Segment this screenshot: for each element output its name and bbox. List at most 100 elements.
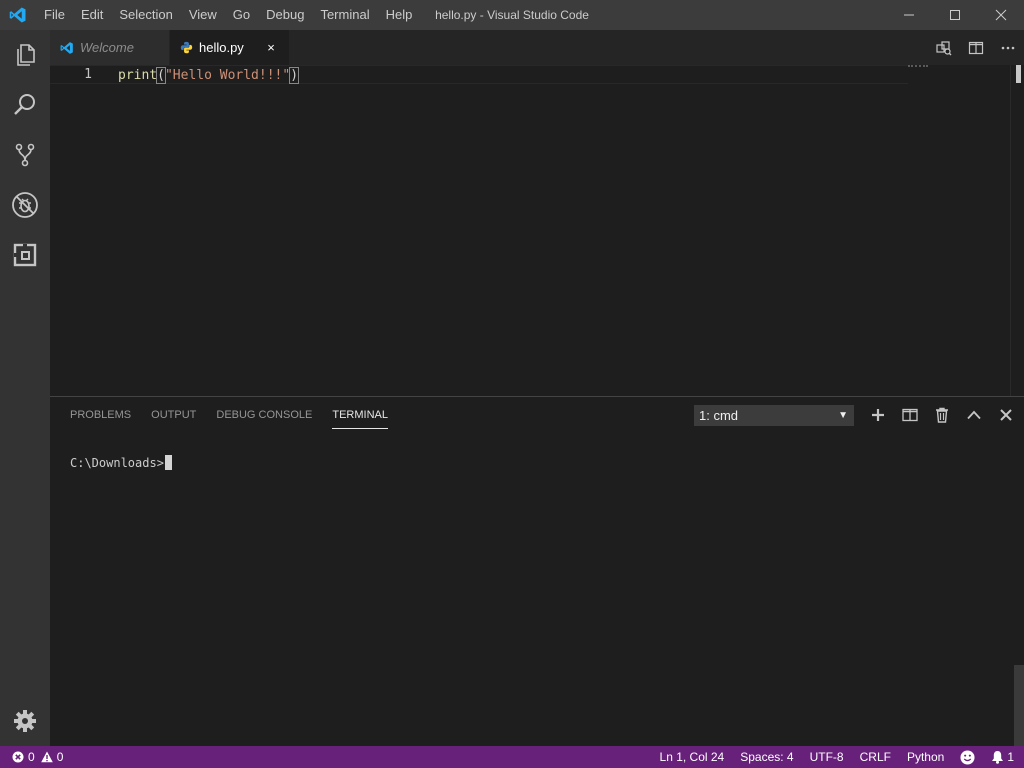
menu-selection[interactable]: Selection [111,0,180,30]
tab-output[interactable]: OUTPUT [151,397,196,433]
menu-edit[interactable]: Edit [73,0,111,30]
gear-icon [14,710,36,732]
maximize-icon [950,10,960,20]
menu-bar: File Edit Selection View Go Debug Termin… [36,0,420,30]
bell-icon [992,751,1004,764]
plus-icon [872,409,884,421]
activity-bar [0,30,50,746]
terminal-output[interactable]: C:\Downloads> [70,455,172,470]
terminal-select[interactable]: 1: cmd ▼ [694,405,854,426]
debug-button[interactable] [0,180,50,230]
maximize-panel-button[interactable] [958,399,990,431]
close-icon [1000,409,1012,421]
editor-tab-bar: Welcome hello.py × [50,30,1024,65]
extensions-button[interactable] [0,230,50,280]
editor-actions [928,30,1024,65]
terminal-prompt: C:\Downloads> [70,455,164,470]
more-actions-button[interactable] [992,30,1024,65]
ellipsis-icon [1001,46,1015,49]
open-preview-button[interactable] [928,30,960,65]
code-token-string: "Hello World!!!" [164,68,291,83]
menu-help[interactable]: Help [378,0,421,30]
menu-debug[interactable]: Debug [258,0,312,30]
tab-label: hello.py [199,40,244,55]
menu-go[interactable]: Go [225,0,258,30]
terminal-cursor [164,455,172,470]
tab-debug-console[interactable]: DEBUG CONSOLE [216,397,312,433]
error-icon [12,751,24,763]
split-editor-icon [968,41,984,54]
error-count: 0 [12,750,35,764]
extensions-icon [13,243,37,267]
tab-welcome[interactable]: Welcome [50,30,170,65]
warning-count: 0 [40,750,64,764]
search-button[interactable] [0,80,50,130]
window-controls [886,0,1024,30]
menu-file[interactable]: File [36,0,73,30]
panel-tabs: PROBLEMS OUTPUT DEBUG CONSOLE TERMINAL [70,397,408,433]
chevron-down-icon: ▼ [838,410,848,421]
warning-icon [40,751,53,763]
compare-changes-icon [936,40,952,55]
kill-terminal-button[interactable] [926,399,958,431]
source-control-icon [15,143,35,167]
explorer-button[interactable] [0,30,50,80]
end-of-line[interactable]: CRLF [860,750,891,764]
terminal-select-value: 1: cmd [699,408,739,423]
python-file-icon [180,41,193,54]
editor-scrollbar-thumb[interactable] [1016,65,1021,83]
files-icon [17,44,35,66]
status-problems[interactable]: 0 0 [0,750,69,764]
cursor-position[interactable]: Ln 1, Col 24 [660,750,725,764]
code-token-function: print [118,68,158,83]
manage-button[interactable] [0,696,50,746]
file-encoding[interactable]: UTF-8 [810,750,844,764]
code-token-paren: ( [156,67,166,84]
panel-actions [862,399,1022,431]
close-tab-button[interactable]: × [263,40,279,55]
feedback-button[interactable] [960,749,975,765]
close-panel-button[interactable] [990,399,1022,431]
code-token-paren: ) [289,67,300,84]
chevron-up-icon [967,410,981,420]
code-line[interactable]: 1 print("Hello World!!!") [50,65,908,84]
status-right: Ln 1, Col 24 Spaces: 4 UTF-8 CRLF Python… [644,746,1014,768]
terminal-scrollbar[interactable] [1014,665,1024,747]
minimize-button[interactable] [886,0,932,30]
source-control-button[interactable] [0,130,50,180]
vscode-logo-icon [60,41,74,55]
menu-terminal[interactable]: Terminal [312,0,377,30]
smiley-icon [960,749,975,765]
title-bar: File Edit Selection View Go Debug Termin… [0,0,1024,30]
trash-icon [936,407,948,423]
search-icon [14,94,35,115]
minimize-icon [904,14,914,16]
bottom-panel: PROBLEMS OUTPUT DEBUG CONSOLE TERMINAL 1… [50,396,1024,747]
language-mode[interactable]: Python [907,750,944,764]
vscode-logo-icon [0,0,36,30]
tab-terminal[interactable]: TERMINAL [332,397,388,433]
tab-problems[interactable]: PROBLEMS [70,397,131,433]
menu-view[interactable]: View [181,0,225,30]
line-number: 1 [84,67,92,82]
indentation[interactable]: Spaces: 4 [740,750,793,764]
split-terminal-button[interactable] [894,399,926,431]
minimap[interactable] [908,65,928,68]
notifications-button[interactable]: 1 [991,750,1014,764]
close-icon [995,9,1007,21]
warning-count-value: 0 [56,750,64,764]
close-window-button[interactable] [978,0,1024,30]
debug-icon [12,192,38,218]
split-terminal-icon [902,408,918,422]
code-text: print("Hello World!!!") [118,67,300,84]
status-bar: 0 0 Ln 1, Col 24 Spaces: 4 UTF-8 CRLF Py… [0,746,1024,768]
new-terminal-button[interactable] [862,399,894,431]
tab-label: Welcome [80,40,134,55]
tab-hello-py[interactable]: hello.py × [170,30,289,65]
split-editor-button[interactable] [960,30,992,65]
maximize-button[interactable] [932,0,978,30]
notification-count: 1 [1007,750,1014,764]
code-editor[interactable]: 1 print("Hello World!!!") [50,65,1024,396]
editor-scrollbar[interactable] [1010,65,1024,396]
error-count-value: 0 [28,750,35,764]
